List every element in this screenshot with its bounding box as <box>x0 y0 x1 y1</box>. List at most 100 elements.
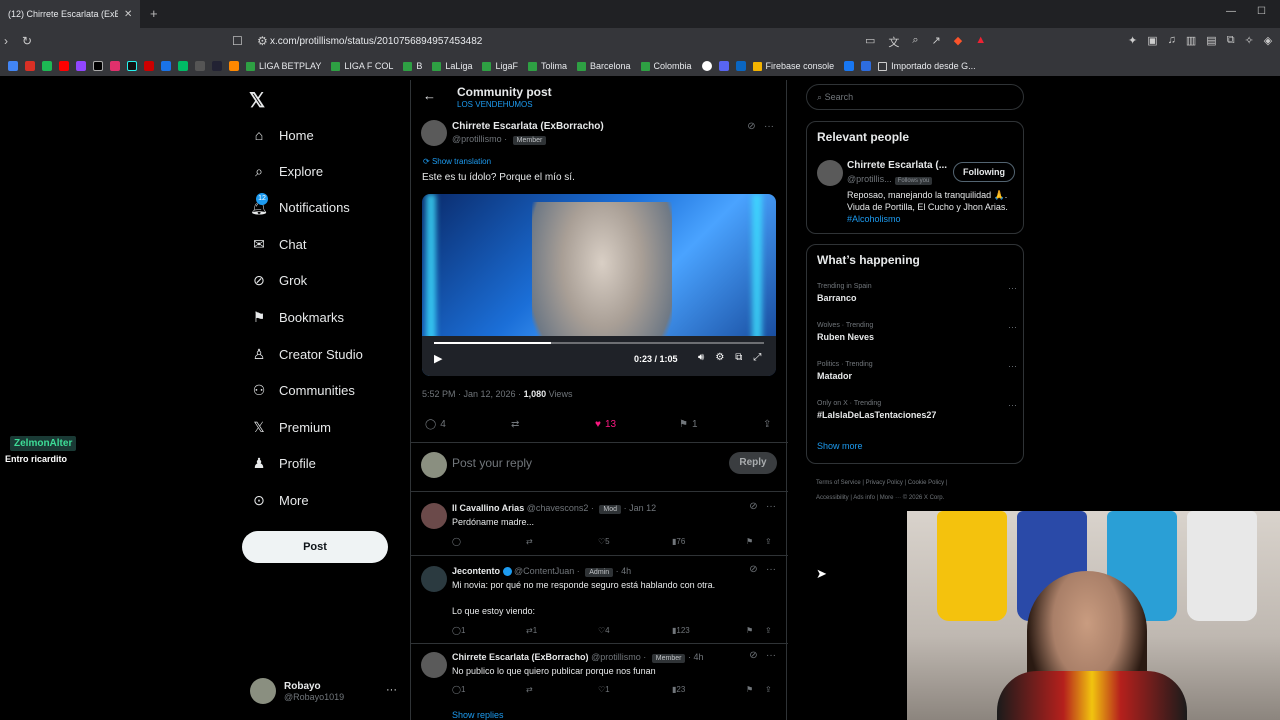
bookmark-favicon-icon[interactable] <box>212 61 222 71</box>
settings-icon[interactable]: ⚙ <box>715 352 724 363</box>
avatar[interactable] <box>421 566 447 592</box>
footer-links[interactable]: Terms of Service | Privacy Policy | Cook… <box>816 476 1016 506</box>
more-icon[interactable]: ⊘ ··· <box>749 564 776 575</box>
reply-input[interactable]: Post your reply <box>452 456 532 470</box>
fullscreen-icon[interactable]: ⤢ <box>753 352 761 363</box>
nav-notifications[interactable]: 🔔︎ 12 Notifications <box>250 192 350 219</box>
bookmark-favicon-icon[interactable] <box>178 61 188 71</box>
linkedin-icon[interactable] <box>735 61 746 71</box>
bookmark-favicon-icon[interactable] <box>861 61 872 71</box>
views-icon[interactable]: ▮ 123 <box>672 626 690 635</box>
nav-home[interactable]: ⌂ Home <box>250 123 314 147</box>
video-player[interactable]: ▶ 0:23 / 1:05 🔊︎ ⚙ ⧉ ⤢ <box>422 194 776 376</box>
avatar[interactable] <box>421 120 447 146</box>
nav-premium[interactable]: 𝕏 Premium <box>250 415 331 439</box>
bookmark-item[interactable]: Firebase console <box>752 61 834 71</box>
cast-icon[interactable]: ▭ <box>865 34 875 50</box>
bookmark-item[interactable]: LIGA BETPLAY <box>246 61 321 71</box>
views-icon[interactable]: ▮ 23 <box>672 685 685 694</box>
bookmark-favicon-icon[interactable] <box>195 61 205 71</box>
maximize-icon[interactable]: ☐ <box>1257 6 1266 17</box>
trend-item[interactable]: Wolves · Trending Ruben Neves ··· <box>817 322 1017 342</box>
views-icon[interactable]: ▮ 76 <box>672 537 685 546</box>
avatar[interactable] <box>421 503 447 529</box>
screenshot-icon[interactable]: ⧉ <box>1227 34 1235 47</box>
share-icon[interactable]: ⇪ <box>765 537 772 546</box>
bookmark-button[interactable]: ⚑ 1 <box>679 419 698 430</box>
post-button[interactable]: Post <box>242 531 388 563</box>
post-author[interactable]: Chirrete Escarlata (ExBorracho) <box>452 121 604 132</box>
x-logo-icon[interactable]: 𝕏 <box>249 88 265 113</box>
url-field[interactable]: x.com/protillismo/status/201075689495745… <box>270 32 850 52</box>
like-icon[interactable]: ♡ 4 <box>598 626 610 635</box>
repost-icon[interactable]: ⇄ 1 <box>526 626 537 635</box>
show-more-link[interactable]: Show more <box>817 441 863 451</box>
tiktok-icon[interactable] <box>127 61 137 71</box>
bookmark-favicon-icon[interactable] <box>42 61 52 71</box>
facebook-icon[interactable] <box>844 61 855 71</box>
reload-icon[interactable]: ↻ <box>22 34 32 48</box>
reply-icon[interactable]: ◯ 1 <box>452 626 465 635</box>
nav-bookmarks[interactable]: ⚑ Bookmarks <box>250 305 344 329</box>
reply-icon[interactable]: ◯ <box>452 537 461 546</box>
more-icon[interactable]: ⊘ ··· <box>749 650 776 661</box>
bookmark-folder[interactable]: Importado desde G... <box>878 61 976 71</box>
nav-explore[interactable]: ⌕ Explore <box>250 159 323 183</box>
trend-item[interactable]: Trending in Spain Barranco ··· <box>817 283 1017 303</box>
brave-rewards-icon[interactable]: ▲ <box>975 34 986 50</box>
trend-item[interactable]: Politics · Trending Matador ··· <box>817 361 1017 381</box>
youtube-icon[interactable] <box>59 61 69 71</box>
nav-grok[interactable]: ⊘ Grok <box>250 268 307 292</box>
bookmark-item[interactable]: B <box>403 61 422 71</box>
wallet-icon[interactable]: ▤ <box>1206 34 1216 47</box>
repost-icon[interactable]: ⇄ <box>526 685 533 694</box>
bookmark-page-icon[interactable]: ☐ <box>232 34 243 48</box>
discord-icon[interactable] <box>718 61 729 71</box>
more-icon[interactable]: ··· <box>1008 283 1017 293</box>
pip-icon[interactable]: ⧉ <box>735 352 742 363</box>
twitch-icon[interactable] <box>76 61 86 71</box>
extensions-icon[interactable]: ✦ <box>1128 34 1137 47</box>
sidebar-icon[interactable]: ▣ <box>1147 34 1157 47</box>
more-icon[interactable]: ··· <box>1008 322 1017 332</box>
share-icon[interactable]: ↗ <box>932 34 941 50</box>
leo-icon[interactable]: ✧ <box>1245 34 1254 47</box>
more-icon[interactable]: ··· <box>764 121 774 132</box>
following-button[interactable]: Following <box>953 162 1015 182</box>
more-icon[interactable]: ··· <box>1008 361 1017 371</box>
site-info-icon[interactable]: ⚙ <box>257 34 268 48</box>
split-view-icon[interactable]: ▥ <box>1186 34 1196 47</box>
bookmark-icon[interactable]: ⚑ <box>746 685 753 694</box>
more-icon[interactable]: ⊘ ··· <box>749 501 776 512</box>
reply-button[interactable]: ◯ 4 <box>425 419 446 430</box>
share-button[interactable]: ⇪ <box>763 419 771 430</box>
bookmark-item[interactable]: Barcelona <box>576 61 631 71</box>
github-icon[interactable] <box>701 61 712 71</box>
search-input[interactable]: ⌕ Search <box>806 84 1024 110</box>
bookmark-item[interactable]: Colombia <box>640 61 692 71</box>
account-switcher[interactable]: Robayo @Robayo1019 <box>250 678 344 704</box>
repost-button[interactable]: ⇄ <box>511 419 519 430</box>
show-translation-link[interactable]: ⟳ Show translation <box>423 157 491 166</box>
bookmark-favicon-icon[interactable] <box>144 61 154 71</box>
avatar[interactable] <box>421 652 447 678</box>
media-icon[interactable]: ♫ <box>1168 34 1176 47</box>
x-icon[interactable] <box>93 61 103 71</box>
account-more-icon[interactable]: ··· <box>386 684 397 696</box>
nav-creator-studio[interactable]: ♙ Creator Studio <box>250 342 363 366</box>
play-icon[interactable]: ▶ <box>434 352 442 365</box>
bookmark-favicon-icon[interactable] <box>161 61 171 71</box>
community-name[interactable]: LOS VENDEHUMOS <box>457 100 533 109</box>
share-icon[interactable]: ⇪ <box>765 626 772 635</box>
nav-chat[interactable]: ✉ Chat <box>250 232 306 256</box>
nav-more[interactable]: ⊙ More <box>250 488 309 512</box>
browser-tab[interactable]: (12) Chirrete Escarlata (ExBorr ✕ <box>0 0 140 28</box>
volume-icon[interactable]: 🔊︎ <box>698 352 704 363</box>
like-icon[interactable]: ♡ 1 <box>598 685 610 694</box>
zoom-icon[interactable]: ⌕ <box>912 34 918 50</box>
bookmark-item[interactable]: LaLiga <box>432 61 472 71</box>
like-button[interactable]: ♥ 13 <box>595 419 616 430</box>
back-icon[interactable]: › <box>4 34 8 48</box>
bookmark-favicon-icon[interactable] <box>25 61 35 71</box>
reply-submit-button[interactable]: Reply <box>729 452 777 474</box>
